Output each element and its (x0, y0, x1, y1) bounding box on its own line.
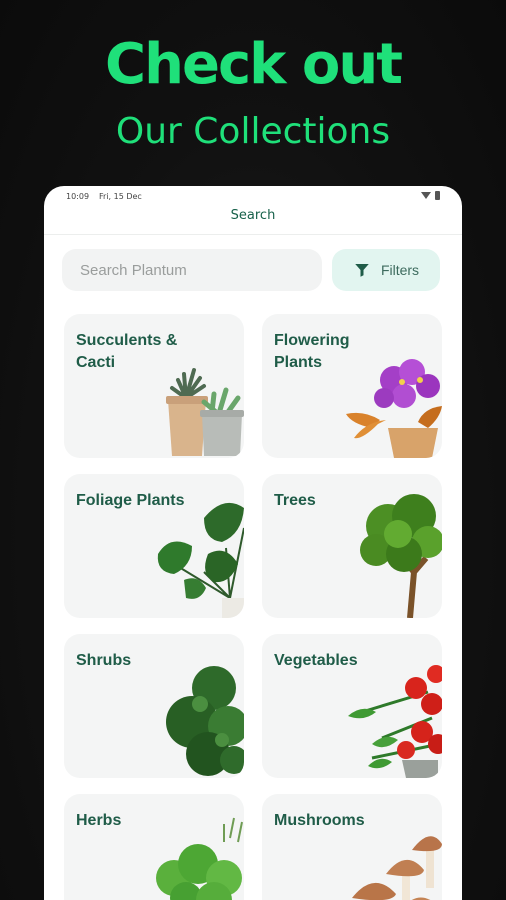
phone-screen: 10:09 Fri, 15 Dec Search Filters Succule… (44, 186, 462, 900)
filters-button[interactable]: Filters (332, 249, 440, 291)
search-input[interactable] (62, 249, 322, 291)
category-card-succulents[interactable]: Succulents & Cacti (64, 314, 244, 458)
category-label: Mushrooms (274, 812, 365, 829)
category-label: Shrubs (76, 652, 132, 669)
category-card-shrubs[interactable]: Shrubs (64, 634, 244, 778)
promo-title: Check out (105, 32, 403, 97)
category-card-vegetables[interactable]: Vegetables (262, 634, 442, 778)
category-label: Vegetables (274, 652, 358, 669)
filters-label: Filters (380, 262, 420, 278)
category-card-herbs[interactable]: Herbs (64, 794, 244, 900)
status-date: Fri, 15 Dec (99, 192, 142, 201)
category-card-foliage[interactable]: Foliage Plants (64, 474, 244, 618)
screen-title: Search (230, 208, 276, 223)
status-time: 10:09 (66, 192, 90, 201)
battery-icon (435, 191, 440, 200)
status-bar: 10:09 Fri, 15 Dec (44, 186, 462, 206)
filter-icon (355, 264, 369, 277)
category-card-mushrooms[interactable]: Mushrooms (262, 794, 442, 900)
category-label: Succulents & Cacti (76, 332, 178, 371)
category-label: Foliage Plants (76, 492, 185, 509)
header-divider (44, 234, 462, 235)
promo-subtitle: Our Collections (115, 111, 391, 152)
category-label: Flowering Plants (274, 332, 350, 371)
category-grid: Succulents & Cacti Flowering Plants Foli… (64, 314, 444, 900)
category-label: Trees (274, 492, 316, 509)
status-icons (421, 191, 440, 200)
category-card-trees[interactable]: Trees (262, 474, 442, 618)
wifi-icon (421, 192, 431, 199)
category-label: Herbs (76, 812, 122, 829)
category-card-flowering[interactable]: Flowering Plants (262, 314, 442, 458)
